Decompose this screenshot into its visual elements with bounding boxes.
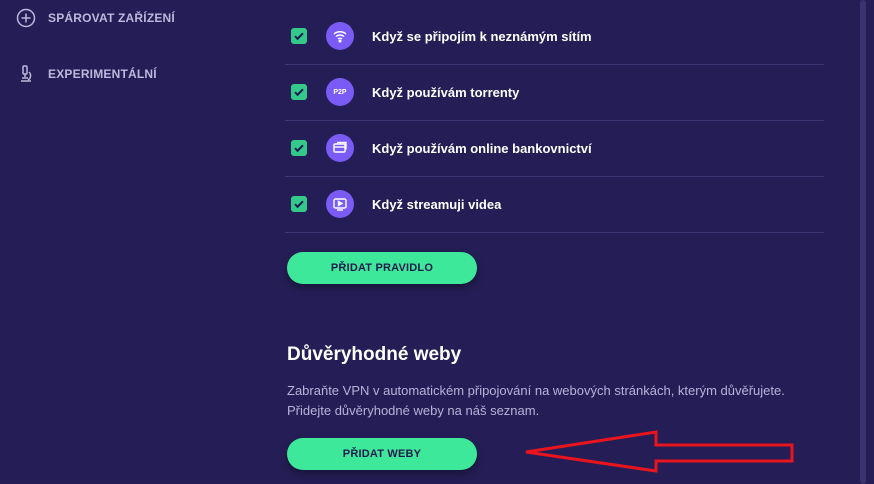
plus-circle-icon: [16, 8, 36, 28]
rule-row-unknown-networks: Když se připojím k neznámým sítím: [285, 8, 824, 65]
sidebar-item-label: SPÁROVAT ZAŘÍZENÍ: [48, 11, 175, 25]
rule-label: Když streamuji videa: [372, 196, 502, 212]
rule-checkbox[interactable]: [291, 196, 307, 212]
play-icon: [326, 190, 354, 218]
card-icon: [326, 134, 354, 162]
rule-row-online-banking: Když používám online bankovnictví: [285, 120, 824, 177]
rule-label: Když používám torrenty: [372, 84, 520, 100]
main-content: Když se připojím k neznámým sítím P2P Kd…: [285, 0, 874, 484]
section-description: Zabraňte VPN v automatickém připojování …: [287, 381, 847, 421]
rule-checkbox[interactable]: [291, 140, 307, 156]
description-line-1: Zabraňte VPN v automatickém připojování …: [287, 383, 785, 398]
rule-label: Když se připojím k neznámým sítím: [372, 28, 592, 44]
description-line-2: Přidejte důvěryhodné weby na náš seznam.: [287, 403, 540, 418]
rule-checkbox[interactable]: [291, 84, 307, 100]
p2p-icon-text: P2P: [333, 88, 347, 96]
rule-row-torrents: P2P Když používám torrenty: [285, 64, 824, 121]
wifi-icon: [326, 22, 354, 50]
annotation-arrow: [525, 430, 794, 473]
rule-row-streaming: Když streamuji videa: [285, 176, 824, 233]
microscope-icon: [16, 64, 36, 84]
rule-label: Když používám online bankovnictví: [372, 140, 592, 156]
add-sites-button[interactable]: PŘIDAT WEBY: [287, 438, 477, 470]
sidebar: SPÁROVAT ZAŘÍZENÍ EXPERIMENTÁLNÍ: [0, 0, 260, 484]
add-rule-button[interactable]: PŘIDAT PRAVIDLO: [287, 252, 477, 284]
section-title: Důvěryhodné weby: [287, 344, 462, 365]
sidebar-item-pair-device[interactable]: SPÁROVAT ZAŘÍZENÍ: [16, 8, 175, 28]
sidebar-item-experimental[interactable]: EXPERIMENTÁLNÍ: [16, 64, 157, 84]
scrollbar[interactable]: [860, 0, 866, 484]
p2p-icon: P2P: [326, 78, 354, 106]
sidebar-item-label: EXPERIMENTÁLNÍ: [48, 67, 157, 81]
rule-checkbox[interactable]: [291, 28, 307, 44]
